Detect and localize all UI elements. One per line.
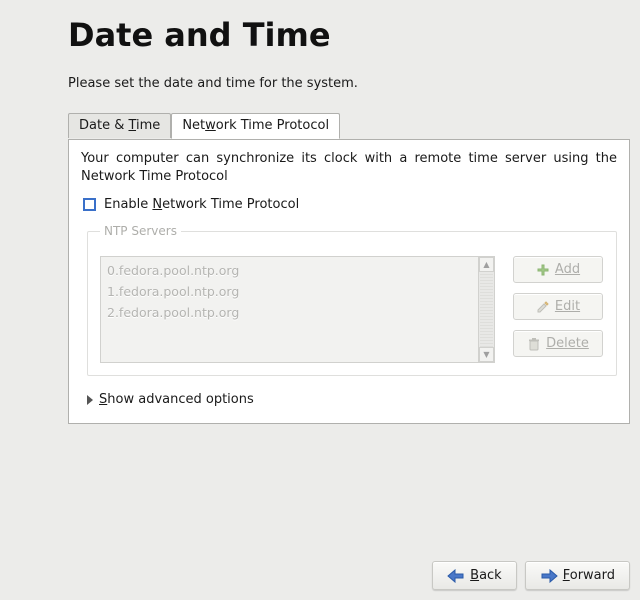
edit-button[interactable]: Edit bbox=[513, 293, 603, 320]
add-label: Add bbox=[555, 262, 580, 277]
expander-triangle-icon bbox=[87, 395, 93, 405]
ntp-server-item[interactable]: 1.fedora.pool.ntp.org bbox=[101, 281, 478, 302]
forward-arrow-icon bbox=[540, 569, 558, 583]
ntp-server-listbox[interactable]: 0.fedora.pool.ntp.org1.fedora.pool.ntp.o… bbox=[100, 256, 495, 363]
delete-button[interactable]: Delete bbox=[513, 330, 603, 357]
back-arrow-icon bbox=[447, 569, 465, 583]
edit-label: Edit bbox=[555, 299, 580, 314]
tab-strip: Date & Time Network Time Protocol bbox=[68, 113, 640, 139]
enable-ntp-checkbox[interactable] bbox=[83, 198, 96, 211]
edit-icon bbox=[536, 300, 550, 314]
ntp-server-item[interactable]: 0.fedora.pool.ntp.org bbox=[101, 260, 478, 281]
ntp-description: Your computer can synchronize its clock … bbox=[81, 150, 617, 185]
ntp-servers-legend: NTP Servers bbox=[100, 224, 181, 238]
page-title: Date and Time bbox=[0, 0, 640, 54]
forward-button[interactable]: Forward bbox=[525, 561, 630, 590]
page-instruction: Please set the date and time for the sys… bbox=[0, 54, 640, 91]
scrollbar[interactable]: ▲ ▼ bbox=[478, 257, 494, 362]
ntp-servers-group: NTP Servers 0.fedora.pool.ntp.org1.fedor… bbox=[87, 224, 617, 376]
tab-date-time[interactable]: Date & Time bbox=[68, 113, 171, 138]
forward-label: Forward bbox=[563, 568, 615, 583]
show-advanced-expander[interactable]: Show advanced options bbox=[87, 392, 617, 407]
delete-icon bbox=[527, 337, 541, 351]
delete-label: Delete bbox=[546, 336, 589, 351]
ntp-server-item[interactable]: 2.fedora.pool.ntp.org bbox=[101, 302, 478, 323]
tab-panel-ntp: Your computer can synchronize its clock … bbox=[68, 139, 630, 424]
back-button[interactable]: Back bbox=[432, 561, 517, 590]
enable-ntp-label: Enable Network Time Protocol bbox=[104, 197, 299, 212]
tab-ntp[interactable]: Network Time Protocol bbox=[171, 113, 340, 139]
scroll-down-button[interactable]: ▼ bbox=[479, 347, 494, 362]
show-advanced-label: Show advanced options bbox=[99, 392, 254, 407]
add-button[interactable]: Add bbox=[513, 256, 603, 283]
scroll-up-button[interactable]: ▲ bbox=[479, 257, 494, 272]
add-icon bbox=[536, 263, 550, 277]
back-label: Back bbox=[470, 568, 502, 583]
